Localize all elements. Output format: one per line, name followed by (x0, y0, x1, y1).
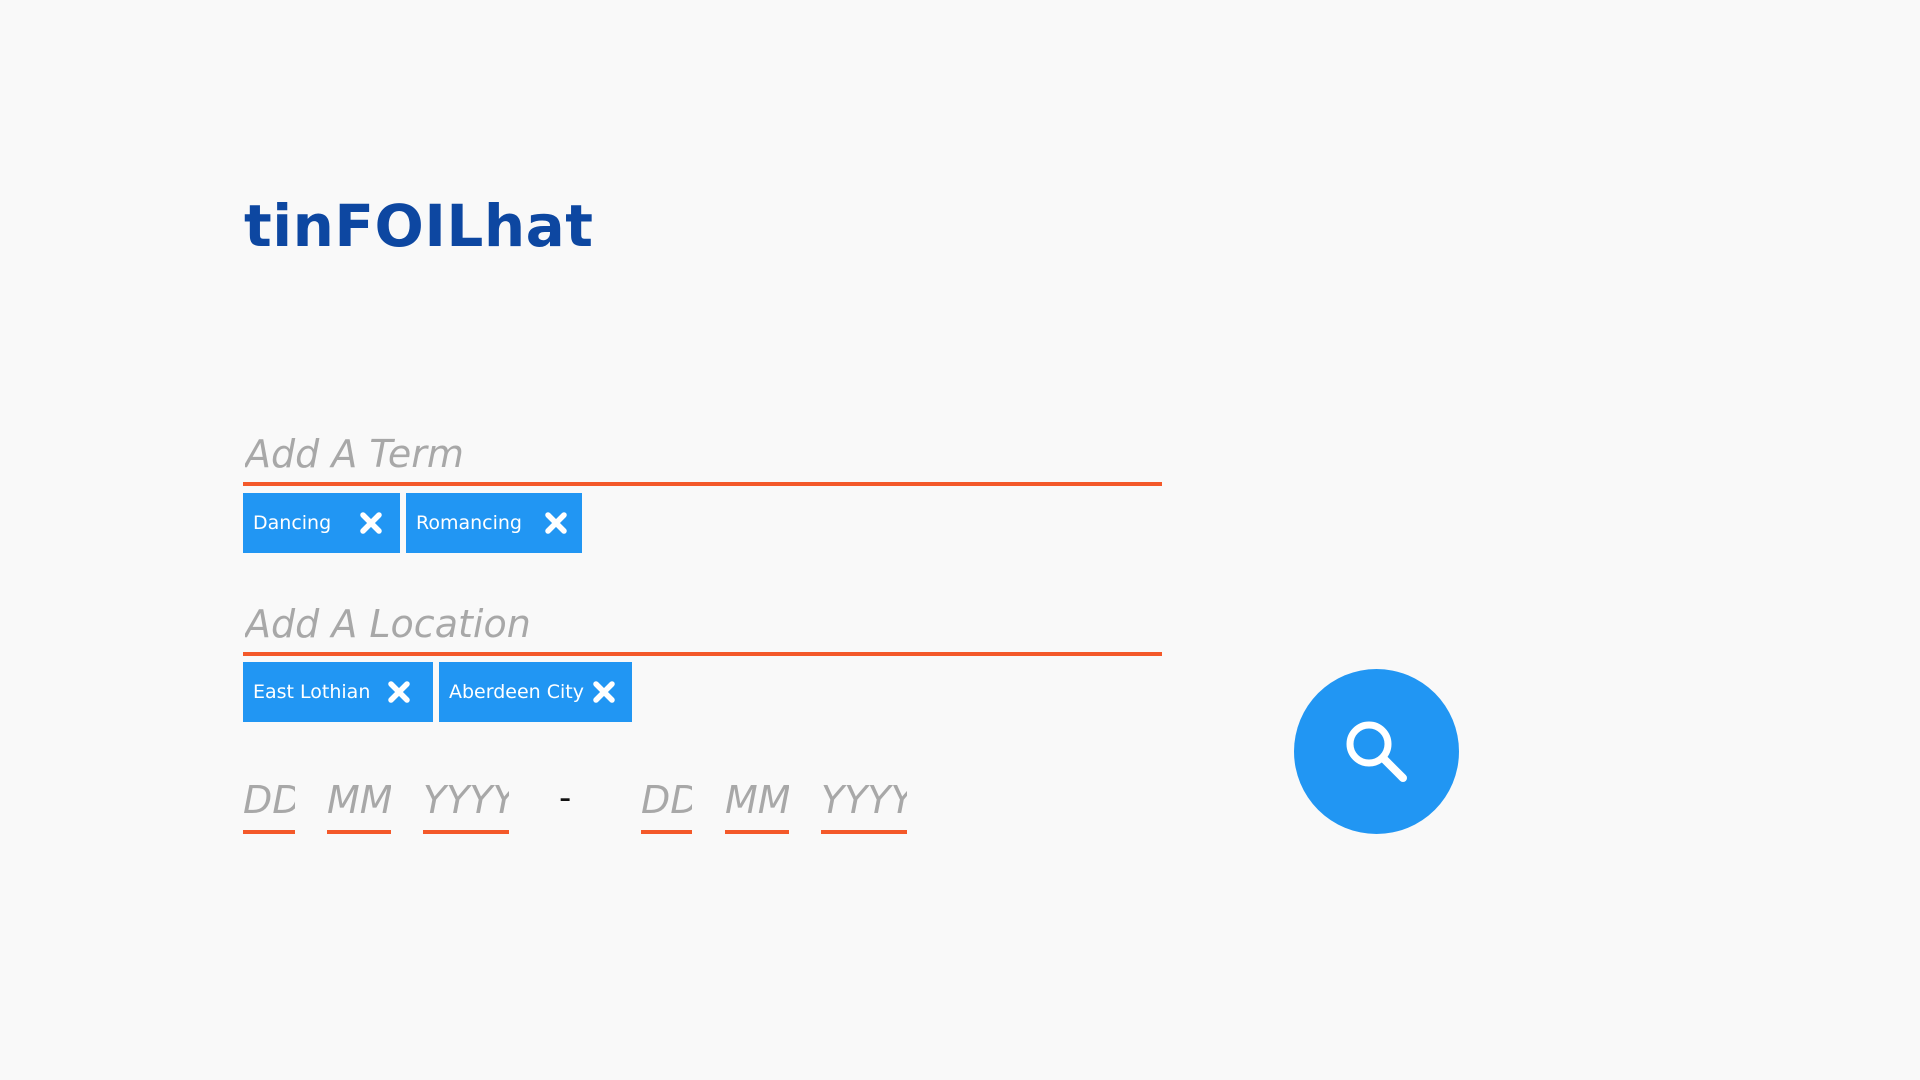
term-chip-label: Romancing (416, 512, 522, 534)
app-logo: tinFOILhat (244, 192, 594, 260)
location-input[interactable] (243, 596, 1162, 656)
term-chip[interactable]: Dancing (243, 493, 400, 553)
location-chip[interactable]: East Lothian (243, 662, 433, 722)
close-x-icon[interactable] (359, 510, 383, 536)
term-chip-label: Dancing (253, 512, 332, 534)
to-year-input[interactable] (821, 770, 907, 834)
term-chip-list: Dancing Romancing (243, 493, 582, 553)
location-chip-label: Aberdeen City (449, 681, 584, 703)
term-chip[interactable]: Romancing (406, 493, 582, 553)
from-year-input[interactable] (423, 770, 509, 834)
search-button[interactable] (1294, 669, 1459, 834)
term-input[interactable] (243, 426, 1162, 486)
location-chip-list: East Lothian Aberdeen City (243, 662, 632, 722)
from-day-input[interactable] (243, 770, 295, 834)
close-x-icon[interactable] (592, 679, 616, 705)
close-x-icon[interactable] (544, 510, 568, 536)
date-range-separator: - (559, 778, 572, 818)
close-x-icon[interactable] (386, 679, 412, 705)
search-icon (1337, 712, 1417, 792)
location-chip-label: East Lothian (253, 681, 371, 703)
location-chip[interactable]: Aberdeen City (439, 662, 632, 722)
to-day-input[interactable] (641, 770, 692, 834)
from-month-input[interactable] (327, 770, 391, 834)
to-month-input[interactable] (725, 770, 789, 834)
